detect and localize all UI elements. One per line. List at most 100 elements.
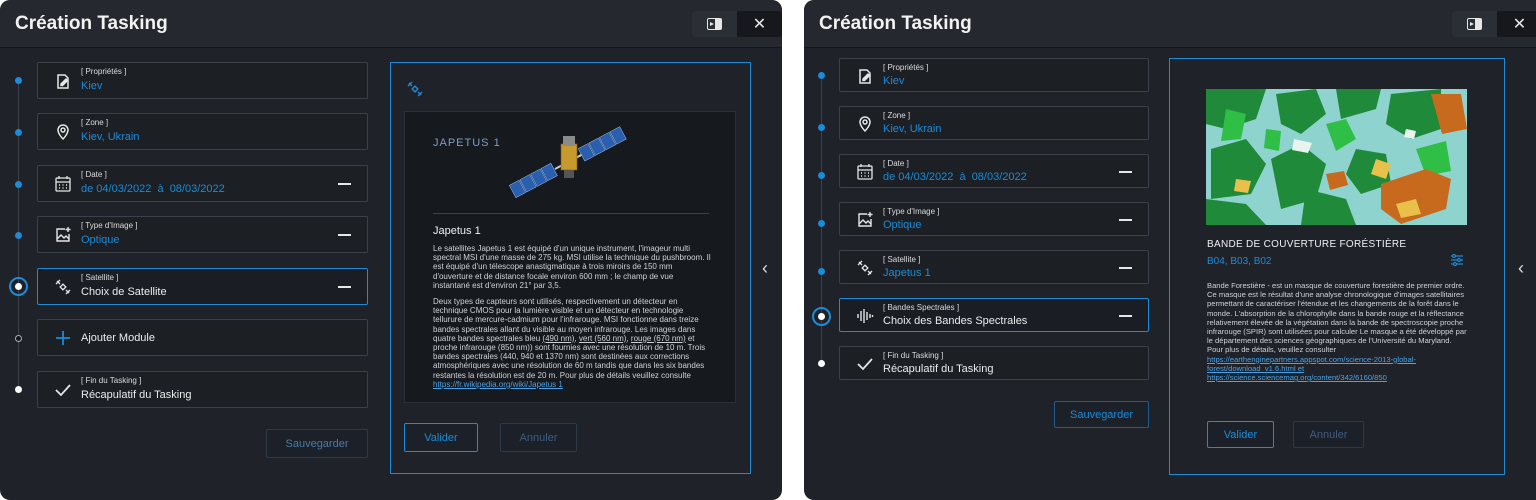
step-properties[interactable]: [ Propriétés ] Kiev — [37, 62, 368, 99]
timeline-dot — [818, 124, 825, 131]
image-add-icon — [56, 227, 71, 242]
validate-button[interactable]: Valider — [1207, 421, 1274, 448]
step-image-type[interactable]: [ Type d'Image ] Optique — [37, 216, 368, 253]
band-blue: (490 nm) — [542, 333, 575, 343]
forest-cover-map-image — [1206, 89, 1467, 225]
panel-header: Création Tasking ✕ — [804, 0, 1536, 48]
band-green: vert (560 nm) — [578, 333, 627, 343]
step-label: [ Zone ] — [81, 118, 109, 127]
step-value: Choix de Satellite — [81, 286, 167, 298]
satellite-description-2: Deux types de capteurs sont utilisés, re… — [433, 297, 711, 389]
calendar-icon — [55, 176, 71, 192]
link-separator: et — [1295, 363, 1305, 373]
sciencemag-link[interactable]: https://science.sciencemag.org/content/3… — [1207, 373, 1387, 382]
location-pin-icon — [859, 116, 871, 133]
step-spectral-bands[interactable]: [ Bandes Spectrales ] Choix des Bandes S… — [839, 298, 1149, 332]
timeline-current-step — [812, 307, 831, 326]
earthengine-link[interactable]: https://earthenginepartners.appspot.com/… — [1207, 355, 1416, 373]
wikipedia-link[interactable]: https://fr.wikipedia.org/wiki/Japetus 1 — [433, 380, 563, 389]
dock-button[interactable] — [692, 11, 737, 37]
step-value: Japetus 1 — [883, 267, 931, 279]
tasking-panel-right: Création Tasking ✕ [ Propriétés ] Kiev [… — [804, 0, 1536, 500]
waveform-icon — [857, 309, 874, 323]
header-buttons: ✕ — [1452, 11, 1536, 37]
forest-band-description: Bande Forestière - est un masque de couv… — [1207, 281, 1467, 382]
add-module-label: Ajouter Module — [81, 332, 155, 344]
save-button[interactable]: Sauvegarder — [1054, 401, 1149, 428]
step-satellite[interactable]: [ Satellite ] Choix de Satellite — [37, 268, 368, 305]
timeline-dot — [818, 172, 825, 179]
timeline-dot — [818, 220, 825, 227]
step-value: Kiev, Ukrain — [883, 123, 942, 135]
save-button[interactable]: Sauvegarder — [266, 429, 368, 458]
satellite-description-1: Le satellites Japetus 1 est équipé d'un … — [433, 244, 711, 290]
forest-band-heading: BANDE DE COUVERTURE FORÉSTIÈRE — [1207, 239, 1407, 250]
collapse-icon[interactable] — [1119, 171, 1132, 173]
step-end[interactable]: [ Fin du Tasking ] Récapulatif du Taskin… — [37, 371, 368, 408]
step-date[interactable]: [ Date ] de 04/03/2022 à 08/03/2022 — [839, 154, 1149, 188]
collapse-icon[interactable] — [1119, 315, 1132, 317]
step-zone[interactable]: [ Zone ] Kiev, Ukrain — [37, 113, 368, 150]
step-label: [ Satellite ] — [883, 255, 921, 264]
step-label: [ Bandes Spectrales ] — [883, 303, 960, 312]
validate-button[interactable]: Valider — [404, 423, 478, 452]
step-image-type[interactable]: [ Type d'Image ] Optique — [839, 202, 1149, 236]
image-add-icon — [858, 212, 873, 227]
timeline-dot — [15, 129, 22, 136]
step-label: [ Fin du Tasking ] — [883, 351, 944, 360]
step-label: [ Type d'Image ] — [81, 221, 138, 230]
timeline-dot — [15, 335, 22, 342]
satellite-icon — [55, 279, 71, 295]
panel-title: Création Tasking — [15, 13, 168, 34]
step-properties[interactable]: [ Propriétés ] Kiev — [839, 58, 1149, 92]
close-button[interactable]: ✕ — [1497, 11, 1536, 37]
filter-settings-icon[interactable] — [1450, 253, 1464, 267]
step-satellite[interactable]: [ Satellite ] Japetus 1 — [839, 250, 1149, 284]
checkmark-icon — [55, 384, 71, 397]
close-icon: ✕ — [1512, 16, 1527, 33]
tasking-panel-left: Création Tasking ✕ [ Propriétés ] Kiev [… — [0, 0, 782, 500]
satellite-card: JAPETUS 1 Japetus 1 Le satellites Japetu… — [404, 111, 736, 403]
step-label: [ Propriétés ] — [883, 63, 929, 72]
step-value: de 04/03/2022 à 08/03/2022 — [883, 171, 1027, 183]
step-value: Optique — [81, 234, 120, 246]
collapse-icon[interactable] — [1119, 267, 1132, 269]
step-end[interactable]: [ Fin du Tasking ] Récapulatif du Taskin… — [839, 346, 1149, 380]
collapse-icon[interactable] — [338, 286, 351, 288]
panel-title: Création Tasking — [819, 13, 972, 34]
step-value: Kiev — [81, 80, 103, 92]
timeline-dot — [818, 72, 825, 79]
satellite-art-title: JAPETUS 1 — [433, 137, 501, 149]
collapse-icon[interactable] — [1119, 219, 1132, 221]
step-label: [ Type d'Image ] — [883, 207, 940, 216]
step-label: [ Propriétés ] — [81, 67, 127, 76]
timeline-dot — [818, 360, 825, 367]
timeline-dot — [818, 268, 825, 275]
dock-icon — [1467, 18, 1482, 30]
step-zone[interactable]: [ Zone ] Kiev, Ukrain — [839, 106, 1149, 140]
step-label: [ Zone ] — [883, 111, 911, 120]
satellite-icon — [857, 260, 873, 276]
close-button[interactable]: ✕ — [737, 11, 782, 37]
step-value: Kiev — [883, 75, 905, 87]
dock-icon — [707, 18, 722, 30]
add-module-button[interactable]: Ajouter Module — [37, 319, 368, 356]
collapse-chevron-icon[interactable]: ‹ — [762, 258, 768, 279]
collapse-icon[interactable] — [338, 234, 351, 236]
collapse-icon[interactable] — [338, 183, 351, 185]
step-label: [ Date ] — [883, 159, 909, 168]
desc-text: Bande Forestière - est un masque de couv… — [1207, 281, 1467, 355]
step-date[interactable]: [ Date ] de 04/03/2022 à 08/03/2022 — [37, 165, 368, 202]
dock-button[interactable] — [1452, 11, 1497, 37]
band-red: rouge (670 nm) — [630, 333, 686, 343]
timeline-current-step — [9, 277, 28, 296]
plus-icon — [56, 331, 70, 345]
cancel-button[interactable]: Annuler — [1293, 421, 1364, 448]
checkmark-icon — [857, 358, 873, 371]
step-value: de 04/03/2022 à 08/03/2022 — [81, 183, 225, 195]
collapse-chevron-icon[interactable]: ‹ — [1518, 258, 1524, 279]
cancel-button[interactable]: Annuler — [500, 423, 577, 452]
satellite-name: Japetus 1 — [433, 225, 481, 237]
satellite-illustration — [508, 126, 627, 199]
step-value: Optique — [883, 219, 922, 231]
